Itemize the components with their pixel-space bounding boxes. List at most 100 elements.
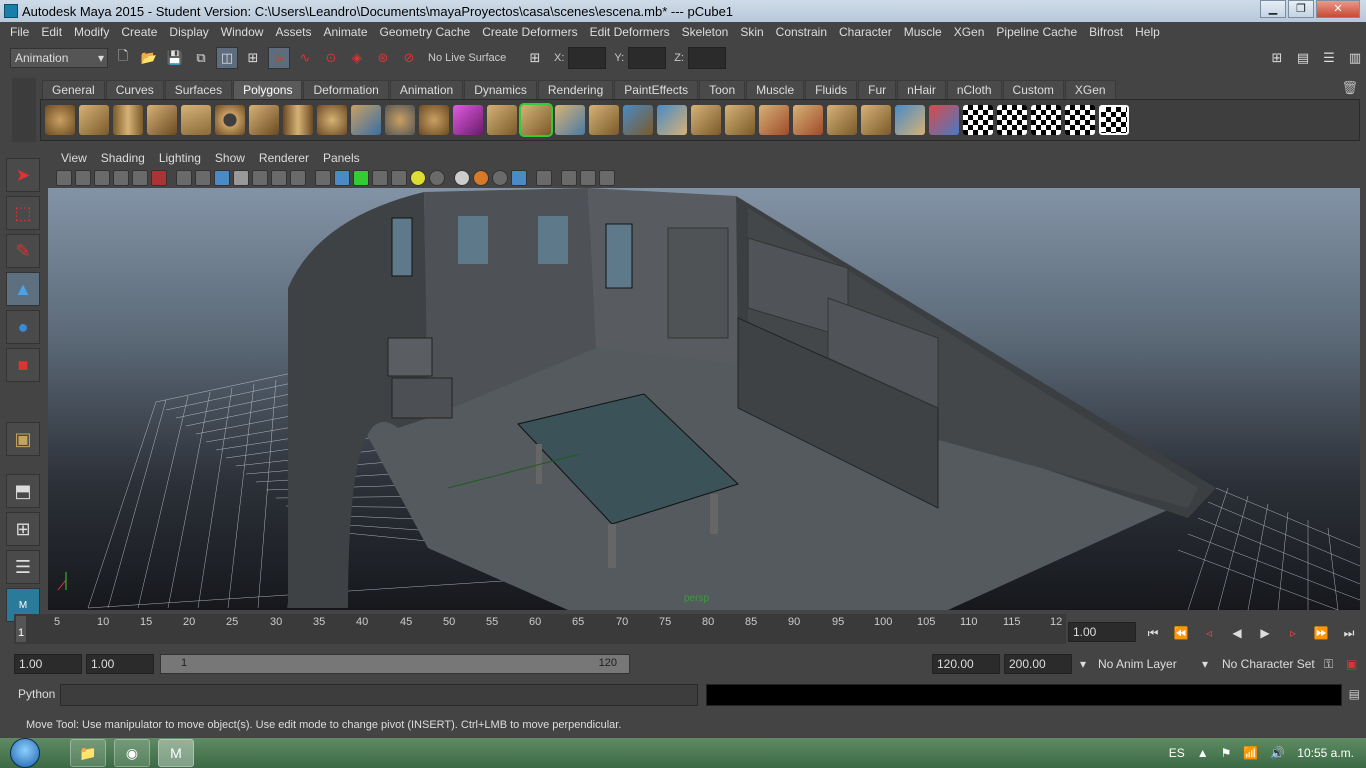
panel-menu-view[interactable]: View: [54, 151, 94, 165]
textured-icon[interactable]: [372, 170, 388, 186]
snap-point-icon[interactable]: ⊙: [320, 47, 342, 69]
outliner-layout-icon[interactable]: ☰: [6, 550, 40, 584]
four-view-layout-icon[interactable]: ⊞: [6, 512, 40, 546]
uv-spherical-icon[interactable]: [1065, 105, 1095, 135]
tool-settings-icon[interactable]: ☰: [1318, 47, 1340, 69]
snap-view-plane-icon[interactable]: ◈: [346, 47, 368, 69]
range-slider[interactable]: 1 120: [160, 654, 630, 674]
scale-tool-icon[interactable]: ■: [6, 348, 40, 382]
bookmarks-icon[interactable]: [94, 170, 110, 186]
select-tool-icon[interactable]: ➤: [6, 158, 40, 192]
select-component-icon[interactable]: ⊞: [242, 47, 264, 69]
bevel-icon[interactable]: [691, 105, 721, 135]
menu-create[interactable]: Create: [115, 25, 163, 39]
z-field[interactable]: [687, 47, 726, 69]
playback-end-field[interactable]: 120.00: [932, 654, 1000, 674]
time-slider[interactable]: 1 5 10 15 20 25 30 35 40 45 50 55 60 65 …: [14, 614, 1066, 644]
wedge-faces-icon[interactable]: [861, 105, 891, 135]
grid-icon[interactable]: [176, 170, 192, 186]
shelf-tab-polygons[interactable]: Polygons: [233, 80, 303, 99]
menu-constrain[interactable]: Constrain: [770, 25, 833, 39]
panel-menu-panels[interactable]: Panels: [316, 151, 367, 165]
panel-menu-show[interactable]: Show: [208, 151, 252, 165]
panel-menu-renderer[interactable]: Renderer: [252, 151, 316, 165]
field-chart-icon[interactable]: [252, 170, 268, 186]
poly-cylinder-icon[interactable]: [113, 105, 143, 135]
go-to-end-icon[interactable]: ⏭: [1338, 624, 1360, 642]
y-field[interactable]: [628, 47, 667, 69]
shadows-icon[interactable]: [429, 170, 445, 186]
panel-menu-lighting[interactable]: Lighting: [152, 151, 208, 165]
sidebar-toggle-icon[interactable]: ⊞: [1266, 47, 1288, 69]
extract-icon[interactable]: [419, 105, 449, 135]
close-button[interactable]: ✕: [1316, 0, 1360, 18]
shelf-tab-ncloth[interactable]: nCloth: [946, 80, 1002, 99]
menu-muscle[interactable]: Muscle: [898, 25, 948, 39]
input-line-icon[interactable]: ⊞: [524, 47, 546, 69]
minimize-button[interactable]: ▁: [1260, 0, 1286, 18]
bool-union-icon[interactable]: [487, 105, 517, 135]
shelf-tab-xgen[interactable]: XGen: [1064, 80, 1116, 99]
poly-soccer-ball-icon[interactable]: [317, 105, 347, 135]
auto-key-icon[interactable]: ⚿: [1324, 657, 1333, 672]
checker-icon[interactable]: [391, 170, 407, 186]
save-scene-icon[interactable]: 💾: [164, 47, 186, 69]
append-polygon-icon[interactable]: [589, 105, 619, 135]
menu-skin[interactable]: Skin: [734, 25, 769, 39]
sculpt-icon[interactable]: [929, 105, 959, 135]
screen-space-ao-icon[interactable]: [454, 170, 470, 186]
menu-skeleton[interactable]: Skeleton: [676, 25, 735, 39]
shelf-tab-fluids[interactable]: Fluids: [805, 80, 858, 99]
action-center-icon[interactable]: ⚑: [1221, 746, 1232, 760]
rotate-tool-icon[interactable]: ●: [6, 310, 40, 344]
safe-action-icon[interactable]: [271, 170, 287, 186]
extrude-icon[interactable]: [519, 103, 553, 137]
camera-select-icon[interactable]: [56, 170, 72, 186]
step-back-key-icon[interactable]: ⏪: [1170, 624, 1192, 642]
insert-edge-loop-icon[interactable]: [759, 105, 789, 135]
separate-icon[interactable]: [385, 105, 415, 135]
shelf-tab-curves[interactable]: Curves: [105, 80, 164, 99]
maximize-button[interactable]: ❐: [1288, 0, 1314, 18]
menu-animate[interactable]: Animate: [317, 25, 373, 39]
menu-bifrost[interactable]: Bifrost: [1083, 25, 1129, 39]
single-perspective-layout-icon[interactable]: ⬒: [6, 474, 40, 508]
live-surface-field[interactable]: No Live Surface: [424, 48, 520, 68]
uv-planar-icon[interactable]: [997, 105, 1027, 135]
channel-box-icon[interactable]: ▥: [1344, 47, 1366, 69]
command-input[interactable]: [60, 684, 698, 706]
menu-geometry-cache[interactable]: Geometry Cache: [374, 25, 477, 39]
move-tool-icon[interactable]: ▲: [6, 272, 40, 306]
uv-editor-icon[interactable]: [1099, 105, 1129, 135]
poly-cube-icon[interactable]: [79, 105, 109, 135]
open-scene-icon[interactable]: 📂: [138, 47, 160, 69]
show-hidden-icons-icon[interactable]: ▲: [1197, 746, 1209, 760]
anim-layer-chevron-icon[interactable]: ▾: [1080, 657, 1086, 671]
clock[interactable]: 10:55 a.m.: [1297, 746, 1354, 760]
attribute-editor-icon[interactable]: ▤: [1292, 47, 1314, 69]
wireframe-icon[interactable]: [315, 170, 331, 186]
go-to-start-icon[interactable]: ⏮: [1142, 624, 1164, 642]
last-tool-icon[interactable]: ▣: [6, 422, 40, 456]
select-hierarchy-icon[interactable]: ⧉: [190, 47, 212, 69]
character-set-chevron-icon[interactable]: ▾: [1202, 657, 1208, 671]
anim-layer-select[interactable]: No Anim Layer: [1098, 657, 1177, 671]
step-back-frame-icon[interactable]: ◃: [1198, 624, 1220, 642]
perspective-viewport[interactable]: persp: [48, 188, 1360, 610]
panel-menu-shading[interactable]: Shading: [94, 151, 152, 165]
end-time-field[interactable]: 200.00: [1004, 654, 1072, 674]
x-field[interactable]: [568, 47, 607, 69]
paint-select-tool-icon[interactable]: ✎: [6, 234, 40, 268]
script-editor-icon[interactable]: ▤: [1349, 687, 1360, 701]
language-indicator[interactable]: ES: [1169, 746, 1185, 760]
shelf-tab-dynamics[interactable]: Dynamics: [464, 80, 537, 99]
menu-assets[interactable]: Assets: [269, 25, 317, 39]
shelf-tab-toon[interactable]: Toon: [699, 80, 746, 99]
step-forward-frame-icon[interactable]: ▹: [1282, 624, 1304, 642]
menu-file[interactable]: File: [4, 25, 35, 39]
shelf-tab-rendering[interactable]: Rendering: [537, 80, 614, 99]
select-object-icon[interactable]: ◫: [216, 47, 238, 69]
shelf-tab-painteffects[interactable]: PaintEffects: [614, 80, 699, 99]
start-time-field[interactable]: 1.00: [14, 654, 82, 674]
menu-window[interactable]: Window: [215, 25, 270, 39]
